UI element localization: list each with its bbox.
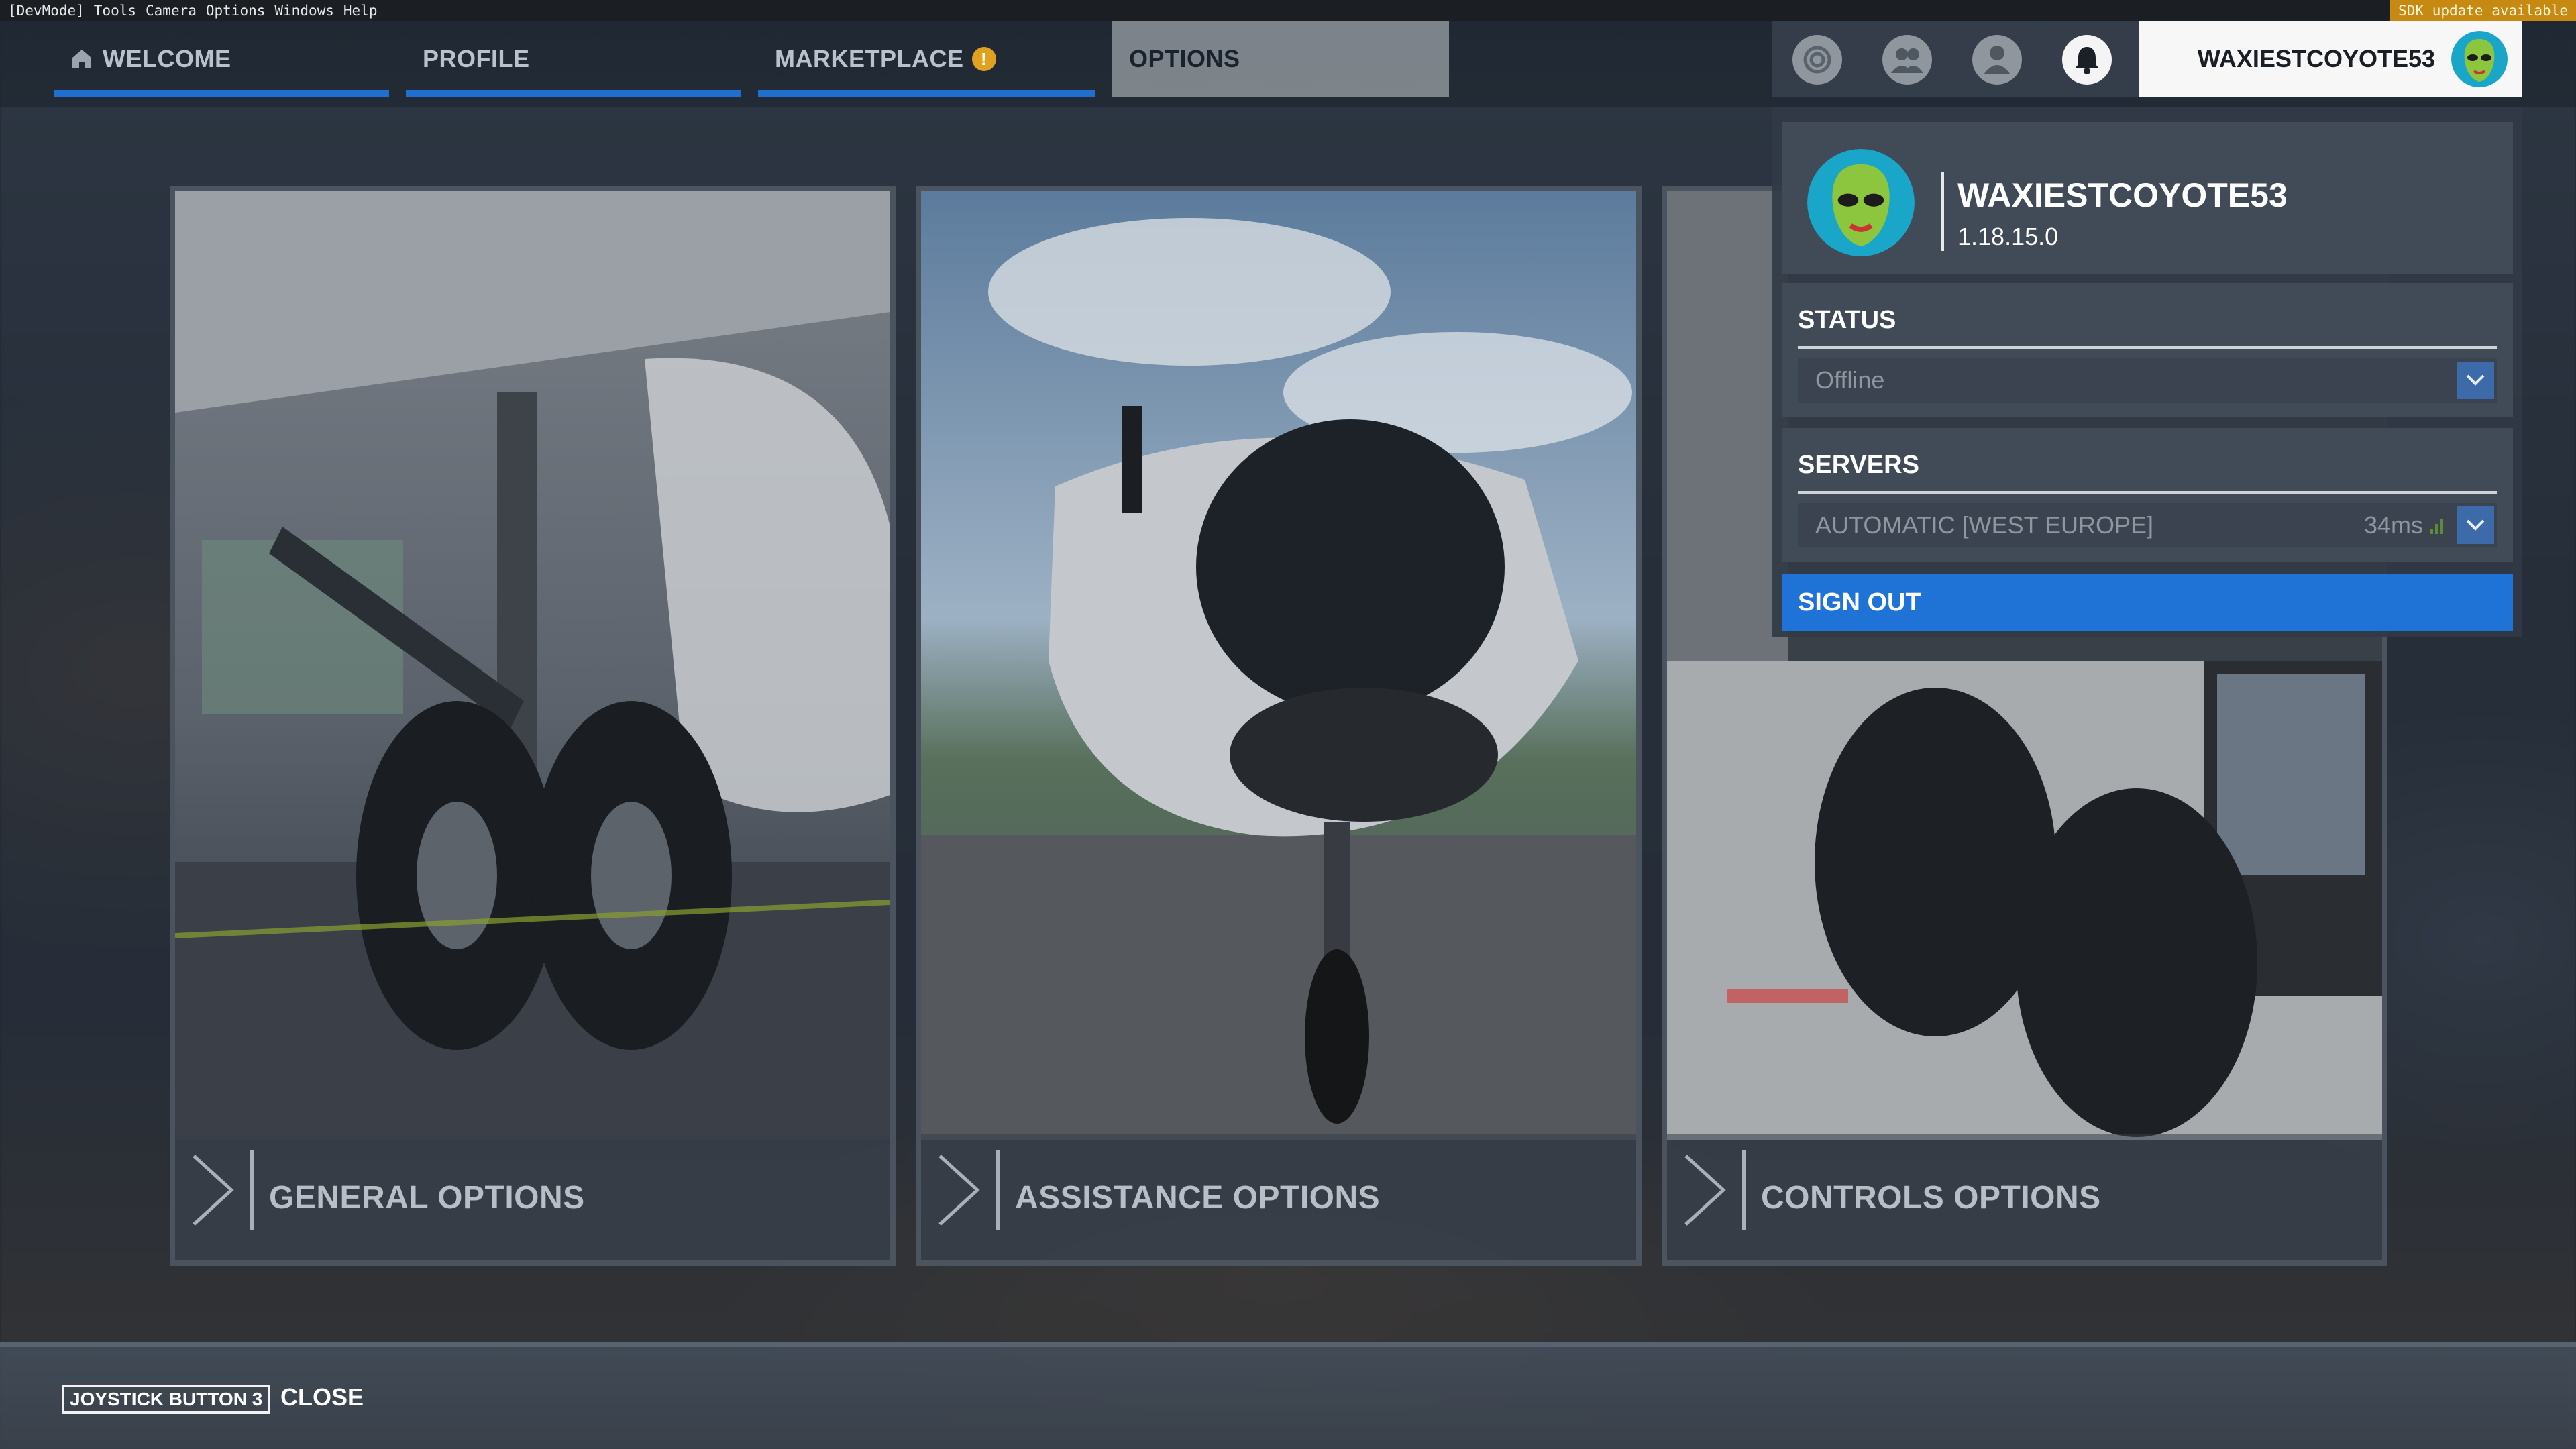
chevron-right-icon — [938, 1150, 1000, 1230]
chevron-right-icon — [193, 1150, 254, 1230]
chevron-down-icon[interactable] — [2457, 506, 2494, 544]
card-general-image — [175, 191, 890, 1140]
tab-profile-underline — [406, 90, 741, 97]
header-divider — [1941, 172, 1944, 251]
home-icon — [72, 50, 91, 68]
warning-icon: ! — [971, 47, 996, 71]
account-header: WAXIESTCOYOTE53 1.18.15.0 — [1782, 122, 2513, 274]
servers-title: SERVERS — [1798, 451, 1919, 479]
card-general-label: GENERAL OPTIONS — [269, 1179, 585, 1216]
notifications-button[interactable] — [2062, 35, 2112, 85]
chevron-right-icon — [1684, 1150, 1746, 1230]
app-version: 1.18.15.0 — [1957, 223, 2059, 250]
card-assistance-image — [921, 191, 1636, 1140]
avatar — [2451, 31, 2508, 87]
account-username: WAXIESTCOYOTE53 — [2197, 45, 2435, 72]
tab-options-label: OPTIONS — [1129, 45, 1240, 72]
dev-menu-devmode[interactable]: [DevMode] — [8, 3, 85, 19]
activity-icon — [1803, 46, 1831, 74]
tab-profile[interactable]: PROFILE — [406, 21, 741, 97]
close-button[interactable]: CLOSE — [280, 1383, 364, 1411]
activity-button[interactable] — [1792, 35, 1842, 85]
card-general-footer: GENERAL OPTIONS — [175, 1134, 890, 1260]
card-controls-footer: CONTROLS OPTIONS — [1667, 1134, 2382, 1260]
card-assistance-label: ASSISTANCE OPTIONS — [1015, 1179, 1381, 1216]
dev-menu-windows[interactable]: Windows — [274, 3, 334, 19]
dev-menu-tools[interactable]: Tools — [94, 3, 136, 19]
status-value: Offline — [1815, 366, 1885, 394]
user-icon — [1984, 46, 2010, 74]
card-controls-label: CONTROLS OPTIONS — [1761, 1179, 2101, 1216]
tab-options[interactable]: OPTIONS — [1112, 21, 1449, 97]
status-rule — [1798, 346, 2497, 349]
dev-menu-options[interactable]: Options — [206, 3, 266, 19]
account-name: WAXIESTCOYOTE53 — [1957, 176, 2288, 214]
status-section: STATUS Offline — [1782, 283, 2513, 417]
card-general-options[interactable]: GENERAL OPTIONS — [170, 186, 896, 1266]
tab-welcome-label: WELCOME — [103, 45, 231, 72]
signal-icon — [2430, 519, 2443, 534]
friends-button[interactable] — [1882, 35, 1932, 85]
tab-profile-label: PROFILE — [423, 45, 530, 72]
status-title: STATUS — [1798, 306, 1896, 334]
dev-menu-camera[interactable]: Camera — [146, 3, 197, 19]
card-assistance-options[interactable]: ASSISTANCE OPTIONS — [916, 186, 1642, 1266]
dev-menu-bar: [DevMode] Tools Camera Options Windows H… — [0, 0, 2576, 21]
tab-welcome[interactable]: WELCOME — [54, 21, 389, 97]
tab-marketplace[interactable]: MARKETPLACE ! — [758, 21, 1095, 97]
tab-marketplace-underline — [758, 90, 1095, 97]
sign-out-button[interactable]: SIGN OUT — [1782, 574, 2513, 631]
profile-button[interactable] — [1972, 35, 2022, 85]
chevron-down-icon[interactable] — [2457, 362, 2494, 399]
tab-welcome-underline — [54, 90, 389, 97]
card-assistance-footer: ASSISTANCE OPTIONS — [921, 1134, 1636, 1260]
server-ping: 34ms — [2363, 511, 2423, 539]
sdk-update-notice[interactable]: SDK update available — [2390, 0, 2576, 21]
account-dropdown: WAXIESTCOYOTE53 1.18.15.0 STATUS Offline… — [1772, 107, 2522, 637]
status-select[interactable]: Offline — [1798, 358, 2497, 402]
servers-section: SERVERS AUTOMATIC [WEST EUROPE] 34ms — [1782, 428, 2513, 562]
tab-marketplace-label: MARKETPLACE — [775, 45, 964, 72]
account-button[interactable]: WAXIESTCOYOTE53 — [2139, 21, 2522, 97]
bottom-action-bar: JOYSTICK BUTTON 3 CLOSE — [0, 1342, 2576, 1449]
servers-rule — [1798, 491, 2497, 494]
server-value: AUTOMATIC [WEST EUROPE] — [1815, 511, 2154, 539]
key-hint: JOYSTICK BUTTON 3 — [62, 1385, 271, 1414]
avatar — [1807, 149, 1915, 256]
dev-menu-help[interactable]: Help — [343, 3, 378, 19]
friends-icon — [1891, 48, 1923, 73]
bell-icon — [2075, 47, 2099, 74]
server-select[interactable]: AUTOMATIC [WEST EUROPE] 34ms — [1798, 503, 2497, 547]
